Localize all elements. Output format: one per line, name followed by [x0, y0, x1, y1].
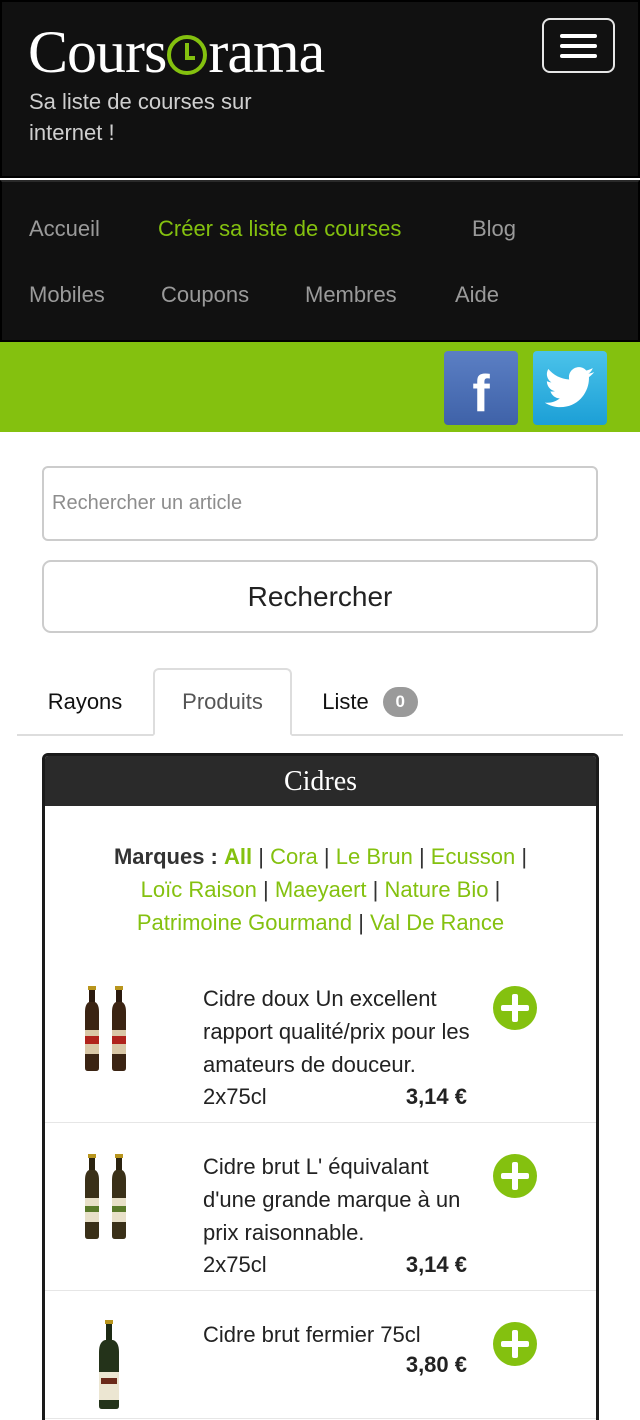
nav-item-membres[interactable]: Membres — [305, 282, 397, 308]
tab-produits[interactable]: Produits — [153, 668, 292, 736]
brand-filter-loic-raison[interactable]: Loïc Raison — [141, 877, 257, 902]
brand-filter-ecusson[interactable]: Ecusson — [431, 844, 515, 869]
logo-text-start: Cours — [28, 19, 167, 85]
product-divider — [45, 1122, 596, 1123]
add-to-list-button[interactable] — [493, 986, 537, 1030]
logo-text-end: rama — [208, 19, 325, 85]
brand-filter-patrimoine-gourmand[interactable]: Patrimoine Gourmand — [137, 910, 352, 935]
main-nav: Accueil Créer sa liste de courses Blog M… — [0, 180, 640, 342]
product-size: 2x75cl — [203, 1252, 267, 1277]
product-description: Cidre brut fermier 75cl — [203, 1322, 421, 1347]
category-title: Cidres — [45, 756, 596, 806]
brand-filter-val-de-rance[interactable]: Val De Rance — [370, 910, 504, 935]
brand-separator: | — [521, 844, 528, 869]
facebook-icon: f — [472, 365, 490, 423]
brand-filter-le-brun[interactable]: Le Brun — [336, 844, 413, 869]
cider-bottle-image[interactable] — [79, 1320, 139, 1410]
brand-filter-nature-bio[interactable]: Nature Bio — [385, 877, 489, 902]
nav-item-mobiles[interactable]: Mobiles — [29, 282, 105, 308]
product-size: 2x75cl — [203, 1084, 267, 1109]
twitter-button[interactable] — [533, 351, 607, 425]
brand-filter-all[interactable]: All — [224, 844, 252, 869]
product-divider — [45, 1290, 596, 1291]
product-price: 3,14 € — [405, 1252, 467, 1277]
product-price: 3,80 € — [405, 1352, 467, 1377]
twitter-bird-icon — [545, 367, 595, 408]
hamburger-menu-button[interactable] — [542, 18, 615, 73]
site-tagline: Sa liste de courses sur internet ! — [29, 89, 252, 145]
nav-item-coupons[interactable]: Coupons — [161, 282, 249, 308]
tab-liste[interactable]: Liste 0 — [295, 668, 445, 736]
clock-icon — [167, 35, 208, 75]
brand-separator: | — [323, 844, 330, 869]
brand-separator: | — [372, 877, 379, 902]
brand-filter-cora[interactable]: Cora — [270, 844, 318, 869]
add-to-list-button[interactable] — [493, 1322, 537, 1366]
product-divider — [45, 1418, 596, 1419]
search-input[interactable] — [42, 466, 598, 541]
cider-bottles-image[interactable] — [79, 1154, 139, 1240]
tab-liste-label: Liste — [322, 689, 369, 714]
cider-bottles-image[interactable] — [79, 986, 139, 1072]
product-description: Cidre doux Un excellent rapport qualité/… — [203, 986, 470, 1077]
facebook-button[interactable]: f — [444, 351, 518, 425]
hamburger-bar-icon — [560, 54, 597, 58]
search-button[interactable]: Rechercher — [42, 560, 598, 633]
hamburger-bar-icon — [560, 44, 597, 48]
brand-separator: | — [358, 910, 364, 935]
brand-separator: | — [262, 877, 269, 902]
tab-rayons[interactable]: Rayons — [18, 668, 152, 736]
brand-separator: | — [258, 844, 264, 869]
nav-item-blog[interactable]: Blog — [472, 216, 516, 242]
products-panel: Cidres Marques : All | Cora | Le Brun | … — [42, 753, 599, 1420]
site-header: Cours rama Sa liste de courses sur intern… — [0, 0, 640, 178]
brands-label: Marques : — [113, 844, 218, 869]
add-to-list-button[interactable] — [493, 1154, 537, 1198]
nav-item-aide[interactable]: Aide — [455, 282, 499, 308]
nav-item-accueil[interactable]: Accueil — [29, 216, 100, 242]
list-count-badge: 0 — [382, 687, 418, 717]
site-logo[interactable]: Cours rama — [28, 19, 325, 85]
product-price: 3,14 € — [405, 1084, 467, 1109]
brand-filter-maeyaert[interactable]: Maeyaert — [275, 877, 367, 902]
brand-filter: Marques : All | Cora | Le Brun | Ecusson… — [45, 840, 596, 939]
brand-separator: | — [494, 877, 501, 902]
social-bar: f — [0, 342, 640, 432]
nav-item-creer-liste[interactable]: Créer sa liste de courses — [158, 216, 401, 242]
product-description: Cidre brut L' équivalant d'une grande ma… — [203, 1154, 461, 1245]
brand-separator: | — [418, 844, 425, 869]
hamburger-bar-icon — [560, 34, 597, 38]
